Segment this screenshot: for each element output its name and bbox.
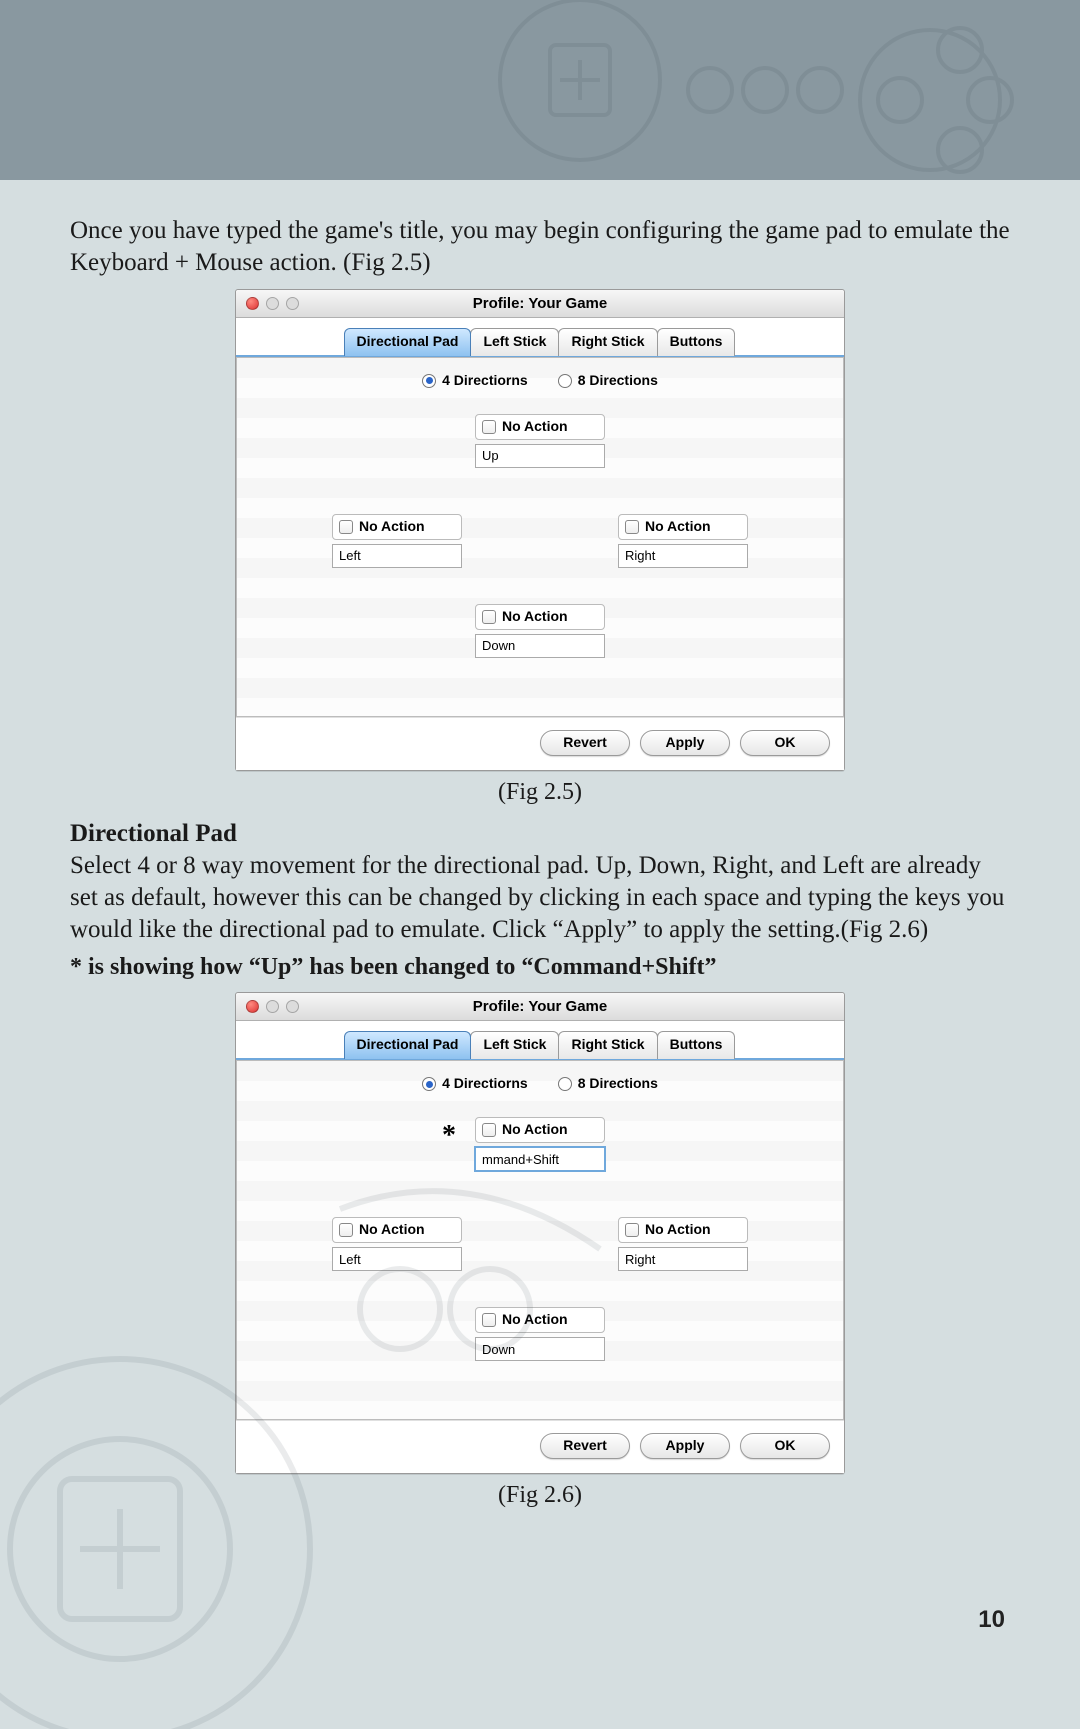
body-paragraph: Select 4 or 8 way movement for the direc…: [70, 850, 1010, 946]
dpad-right-field[interactable]: [618, 1247, 748, 1271]
checkbox-icon: [482, 1123, 496, 1137]
dpad-up-field[interactable]: [475, 444, 605, 468]
fig26-caption: (Fig 2.6): [70, 1480, 1010, 1511]
radio-8-directions[interactable]: 8 Directions: [558, 1075, 658, 1093]
radio-4-label: 4 Directiorns: [442, 1075, 528, 1093]
window-title: Profile: Your Game: [236, 997, 844, 1016]
window-titlebar: Profile: Your Game: [236, 290, 844, 318]
tab-right-stick[interactable]: Right Stick: [558, 1031, 657, 1059]
no-action-checkbox-left[interactable]: No Action: [332, 1217, 462, 1243]
dpad-right-block: No Action: [618, 1217, 748, 1271]
radio-8-label: 8 Directions: [578, 1075, 658, 1093]
radio-4-directions[interactable]: 4 Directiorns: [422, 372, 528, 390]
radio-4-label: 4 Directiorns: [442, 372, 528, 390]
ok-button[interactable]: OK: [740, 730, 830, 756]
radio-4-directions[interactable]: 4 Directiorns: [422, 1075, 528, 1093]
fig25-caption: (Fig 2.5): [70, 777, 1010, 808]
tab-left-stick[interactable]: Left Stick: [470, 1031, 559, 1059]
window-title: Profile: Your Game: [236, 294, 844, 313]
radio-8-directions[interactable]: 8 Directions: [558, 372, 658, 390]
no-action-checkbox-right[interactable]: No Action: [618, 1217, 748, 1243]
no-action-checkbox-up[interactable]: No Action: [475, 1117, 605, 1143]
page-content: Once you have typed the game's title, yo…: [0, 180, 1080, 1511]
dpad-left-block: No Action: [332, 514, 462, 568]
window-titlebar: Profile: Your Game: [236, 993, 844, 1021]
section-heading: Directional Pad: [70, 818, 1010, 850]
dpad-up-field[interactable]: [475, 1147, 605, 1171]
tabs-row: Directional Pad Left Stick Right Stick B…: [236, 318, 844, 356]
dpad-up-block: No Action: [475, 414, 605, 468]
window-button-bar: Revert Apply OK: [236, 1420, 844, 1473]
profile-window-fig25: Profile: Your Game Directional Pad Left …: [235, 289, 845, 771]
dpad-panel: 4 Directiorns 8 Directions * No Action: [236, 1060, 844, 1420]
radio-checked-icon: [422, 374, 436, 388]
profile-window-fig26: Profile: Your Game Directional Pad Left …: [235, 992, 845, 1474]
tab-directional-pad[interactable]: Directional Pad: [344, 328, 472, 356]
page-number: 10: [978, 1606, 1005, 1634]
no-action-checkbox-left[interactable]: No Action: [332, 514, 462, 540]
radio-unchecked-icon: [558, 374, 572, 388]
page-header-band: [0, 0, 1080, 180]
dpad-right-block: No Action: [618, 514, 748, 568]
tab-right-stick[interactable]: Right Stick: [558, 328, 657, 356]
checkbox-icon: [339, 1223, 353, 1237]
no-action-checkbox-right[interactable]: No Action: [618, 514, 748, 540]
controller-watermark-icon: [460, 0, 1060, 190]
no-action-checkbox-down[interactable]: No Action: [475, 604, 605, 630]
intro-paragraph: Once you have typed the game's title, yo…: [70, 215, 1010, 279]
dpad-down-block: No Action: [475, 1307, 605, 1361]
dpad-left-field[interactable]: [332, 1247, 462, 1271]
radio-checked-icon: [422, 1077, 436, 1091]
dpad-left-field[interactable]: [332, 544, 462, 568]
tab-buttons[interactable]: Buttons: [657, 1031, 736, 1059]
radio-8-label: 8 Directions: [578, 372, 658, 390]
apply-button[interactable]: Apply: [640, 1433, 730, 1459]
dpad-down-block: No Action: [475, 604, 605, 658]
no-action-checkbox-down[interactable]: No Action: [475, 1307, 605, 1333]
dpad-down-field[interactable]: [475, 1337, 605, 1361]
tab-buttons[interactable]: Buttons: [657, 328, 736, 356]
checkbox-icon: [625, 1223, 639, 1237]
note-line: * is showing how “Up” has been changed t…: [70, 952, 1010, 983]
dpad-up-block: No Action: [475, 1117, 605, 1171]
revert-button[interactable]: Revert: [540, 1433, 630, 1459]
revert-button[interactable]: Revert: [540, 730, 630, 756]
radio-unchecked-icon: [558, 1077, 572, 1091]
dpad-down-field[interactable]: [475, 634, 605, 658]
checkbox-icon: [482, 420, 496, 434]
checkbox-icon: [482, 1313, 496, 1327]
asterisk-marker: *: [442, 1118, 456, 1154]
dpad-panel: 4 Directiorns 8 Directions No Action: [236, 357, 844, 717]
checkbox-icon: [482, 610, 496, 624]
dpad-right-field[interactable]: [618, 544, 748, 568]
apply-button[interactable]: Apply: [640, 730, 730, 756]
dpad-left-block: No Action: [332, 1217, 462, 1271]
tab-left-stick[interactable]: Left Stick: [470, 328, 559, 356]
tab-directional-pad[interactable]: Directional Pad: [344, 1031, 472, 1059]
window-button-bar: Revert Apply OK: [236, 717, 844, 770]
tabs-row: Directional Pad Left Stick Right Stick B…: [236, 1021, 844, 1059]
checkbox-icon: [339, 520, 353, 534]
no-action-checkbox-up[interactable]: No Action: [475, 414, 605, 440]
checkbox-icon: [625, 520, 639, 534]
ok-button[interactable]: OK: [740, 1433, 830, 1459]
